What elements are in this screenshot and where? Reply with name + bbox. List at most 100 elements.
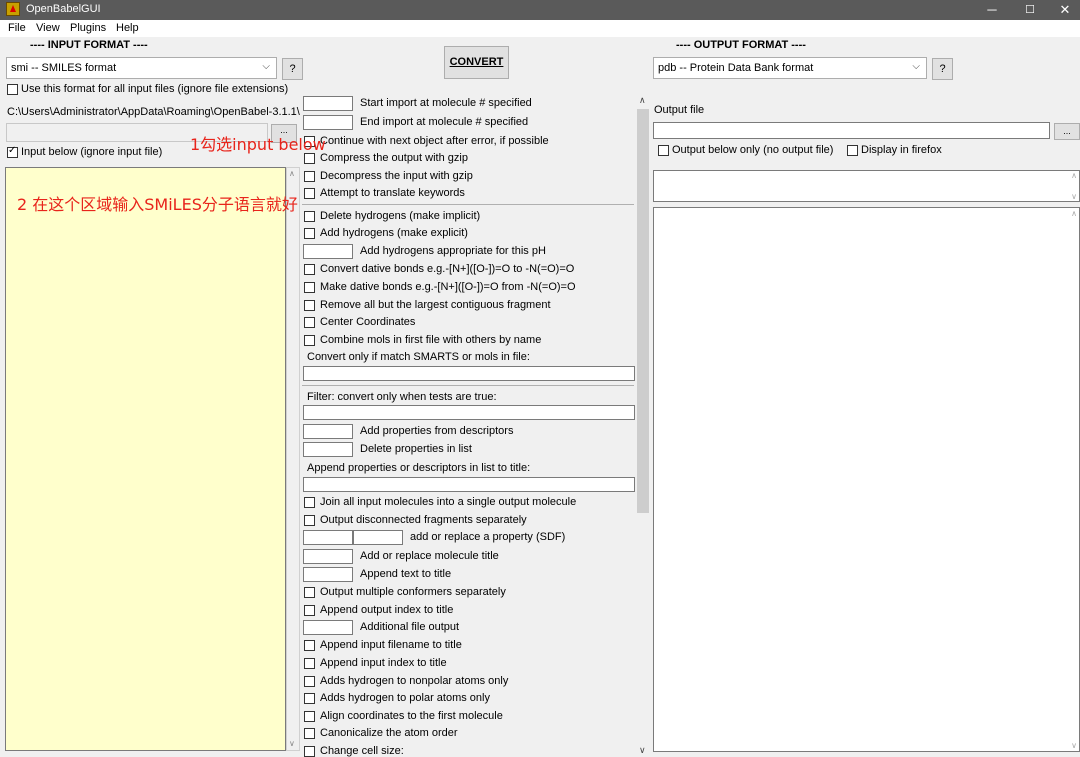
divider: [302, 204, 634, 205]
scroll-up-icon[interactable]: ∧: [1071, 171, 1077, 180]
append-props-field[interactable]: [303, 477, 635, 492]
append-input-index-checkbox[interactable]: [304, 658, 315, 669]
center-coords-label: Center Coordinates: [320, 316, 416, 328]
maximize-button[interactable]: ☐: [1011, 0, 1049, 20]
combine-mols-checkbox[interactable]: [304, 335, 315, 346]
annotation-step2: 2 在这个区域输入SMiLES分子语言就好: [17, 195, 298, 214]
continue-error-label: Continue with next object after error, i…: [320, 135, 549, 147]
chevron-down-icon: ⌵: [912, 61, 920, 72]
output-help-button[interactable]: ?: [932, 58, 953, 80]
append-text-label: Append text to title: [360, 568, 452, 580]
add-h-checkbox[interactable]: [304, 228, 315, 239]
scroll-down-icon[interactable]: ∨: [1071, 741, 1077, 750]
start-import-label: Start import at molecule # specified: [360, 97, 532, 109]
chevron-down-icon: ⌵: [262, 61, 270, 72]
add-h-ph-label: Add hydrogens appropriate for this pH: [360, 245, 546, 257]
output-format-select[interactable]: pdb -- Protein Data Bank format ⌵: [653, 57, 927, 79]
remove-largest-checkbox[interactable]: [304, 300, 315, 311]
output-conformers-label: Output multiple conformers separately: [320, 586, 506, 598]
additional-output-field[interactable]: [303, 620, 353, 635]
h-polar-checkbox[interactable]: [304, 693, 315, 704]
output-conformers-checkbox[interactable]: [304, 587, 315, 598]
add-h-label: Add hydrogens (make explicit): [320, 227, 468, 239]
align-coords-checkbox[interactable]: [304, 711, 315, 722]
prop-value-field[interactable]: [353, 530, 403, 545]
minimize-button[interactable]: ─: [973, 0, 1011, 20]
append-output-index-label: Append output index to title: [320, 604, 454, 616]
menu-plugins[interactable]: Plugins: [70, 22, 106, 34]
scroll-thumb[interactable]: [637, 109, 649, 513]
h-polar-label: Adds hydrogen to polar atoms only: [320, 692, 490, 704]
use-format-all-checkbox[interactable]: [7, 84, 18, 95]
canonicalize-label: Canonicalize the atom order: [320, 727, 458, 739]
join-all-checkbox[interactable]: [304, 497, 315, 508]
change-cell-checkbox[interactable]: [304, 746, 315, 757]
convert-dative-checkbox[interactable]: [304, 264, 315, 275]
title-field[interactable]: [303, 549, 353, 564]
output-messages-area[interactable]: ∧ ∨: [653, 170, 1080, 202]
options-panel: Start import at molecule # specified End…: [302, 95, 636, 757]
output-text-area[interactable]: ∧ ∨: [653, 207, 1080, 752]
scroll-down-icon[interactable]: ∨: [289, 739, 295, 748]
use-format-all-label: Use this format for all input files (ign…: [21, 83, 289, 95]
delete-h-checkbox[interactable]: [304, 211, 315, 222]
translate-keywords-checkbox[interactable]: [304, 188, 315, 199]
scroll-up-icon[interactable]: ∧: [639, 95, 646, 106]
convert-smarts-label: Convert only if match SMARTS or mols in …: [307, 351, 530, 363]
append-text-field[interactable]: [303, 567, 353, 582]
options-scrollbar[interactable]: ∧ ∨: [636, 95, 650, 756]
decompress-gzip-checkbox[interactable]: [304, 171, 315, 182]
append-filename-checkbox[interactable]: [304, 640, 315, 651]
scroll-down-icon[interactable]: ∨: [639, 745, 646, 756]
input-format-select[interactable]: smi -- SMILES format ⌵: [6, 57, 277, 79]
input-path: C:\Users\Administrator\AppData\Roaming\O…: [7, 106, 300, 118]
window-title: OpenBabelGUI: [26, 3, 101, 15]
start-import-field[interactable]: [303, 96, 353, 111]
input-below-checkbox[interactable]: [7, 145, 18, 158]
smiles-input-area[interactable]: [5, 167, 286, 751]
close-button[interactable]: ✕: [1046, 0, 1080, 20]
make-dative-checkbox[interactable]: [304, 282, 315, 293]
app-icon: [6, 2, 20, 16]
align-coords-label: Align coordinates to the first molecule: [320, 710, 503, 722]
change-cell-label: Change cell size:: [320, 745, 404, 757]
divider: [302, 385, 634, 386]
append-input-index-label: Append input index to title: [320, 657, 447, 669]
center-coords-checkbox[interactable]: [304, 317, 315, 328]
prop-name-field[interactable]: [303, 530, 353, 545]
convert-button[interactable]: CONVERT: [444, 46, 509, 79]
append-filename-label: Append input filename to title: [320, 639, 462, 651]
scroll-down-icon[interactable]: ∨: [1071, 192, 1077, 201]
output-browse-button[interactable]: ...: [1054, 123, 1080, 140]
scroll-up-icon[interactable]: ∧: [289, 169, 295, 178]
filter-label: Filter: convert only when tests are true…: [307, 391, 497, 403]
title-bar: OpenBabelGUI ─ ☐ ✕: [0, 0, 1080, 20]
append-props-label: Append properties or descriptors in list…: [307, 462, 531, 474]
input-help-button[interactable]: ?: [282, 58, 303, 80]
output-format-value: pdb -- Protein Data Bank format: [658, 62, 814, 74]
add-props-field[interactable]: [303, 424, 353, 439]
add-replace-title-label: Add or replace molecule title: [360, 550, 499, 562]
input-below-label: Input below (ignore input file): [21, 146, 163, 158]
h-nonpolar-checkbox[interactable]: [304, 676, 315, 687]
canonicalize-checkbox[interactable]: [304, 728, 315, 739]
filter-field[interactable]: [303, 405, 635, 420]
add-props-label: Add properties from descriptors: [360, 425, 514, 437]
scroll-up-icon[interactable]: ∧: [1071, 209, 1077, 218]
output-below-checkbox[interactable]: [658, 145, 669, 156]
menu-help[interactable]: Help: [116, 22, 139, 34]
menu-file[interactable]: File: [8, 22, 26, 34]
additional-output-label: Additional file output: [360, 621, 460, 633]
append-output-index-checkbox[interactable]: [304, 605, 315, 616]
output-disconnected-checkbox[interactable]: [304, 515, 315, 526]
input-scrollbar[interactable]: ∧ ∨: [286, 167, 300, 751]
smarts-field[interactable]: [303, 366, 635, 381]
end-import-field[interactable]: [303, 115, 353, 130]
output-file-field[interactable]: [653, 122, 1050, 139]
display-firefox-checkbox[interactable]: [847, 145, 858, 156]
compress-gzip-label: Compress the output with gzip: [320, 152, 468, 164]
menu-view[interactable]: View: [36, 22, 60, 34]
delete-props-field[interactable]: [303, 442, 353, 457]
ph-field[interactable]: [303, 244, 353, 259]
menu-bar: File View Plugins Help: [0, 20, 1080, 37]
